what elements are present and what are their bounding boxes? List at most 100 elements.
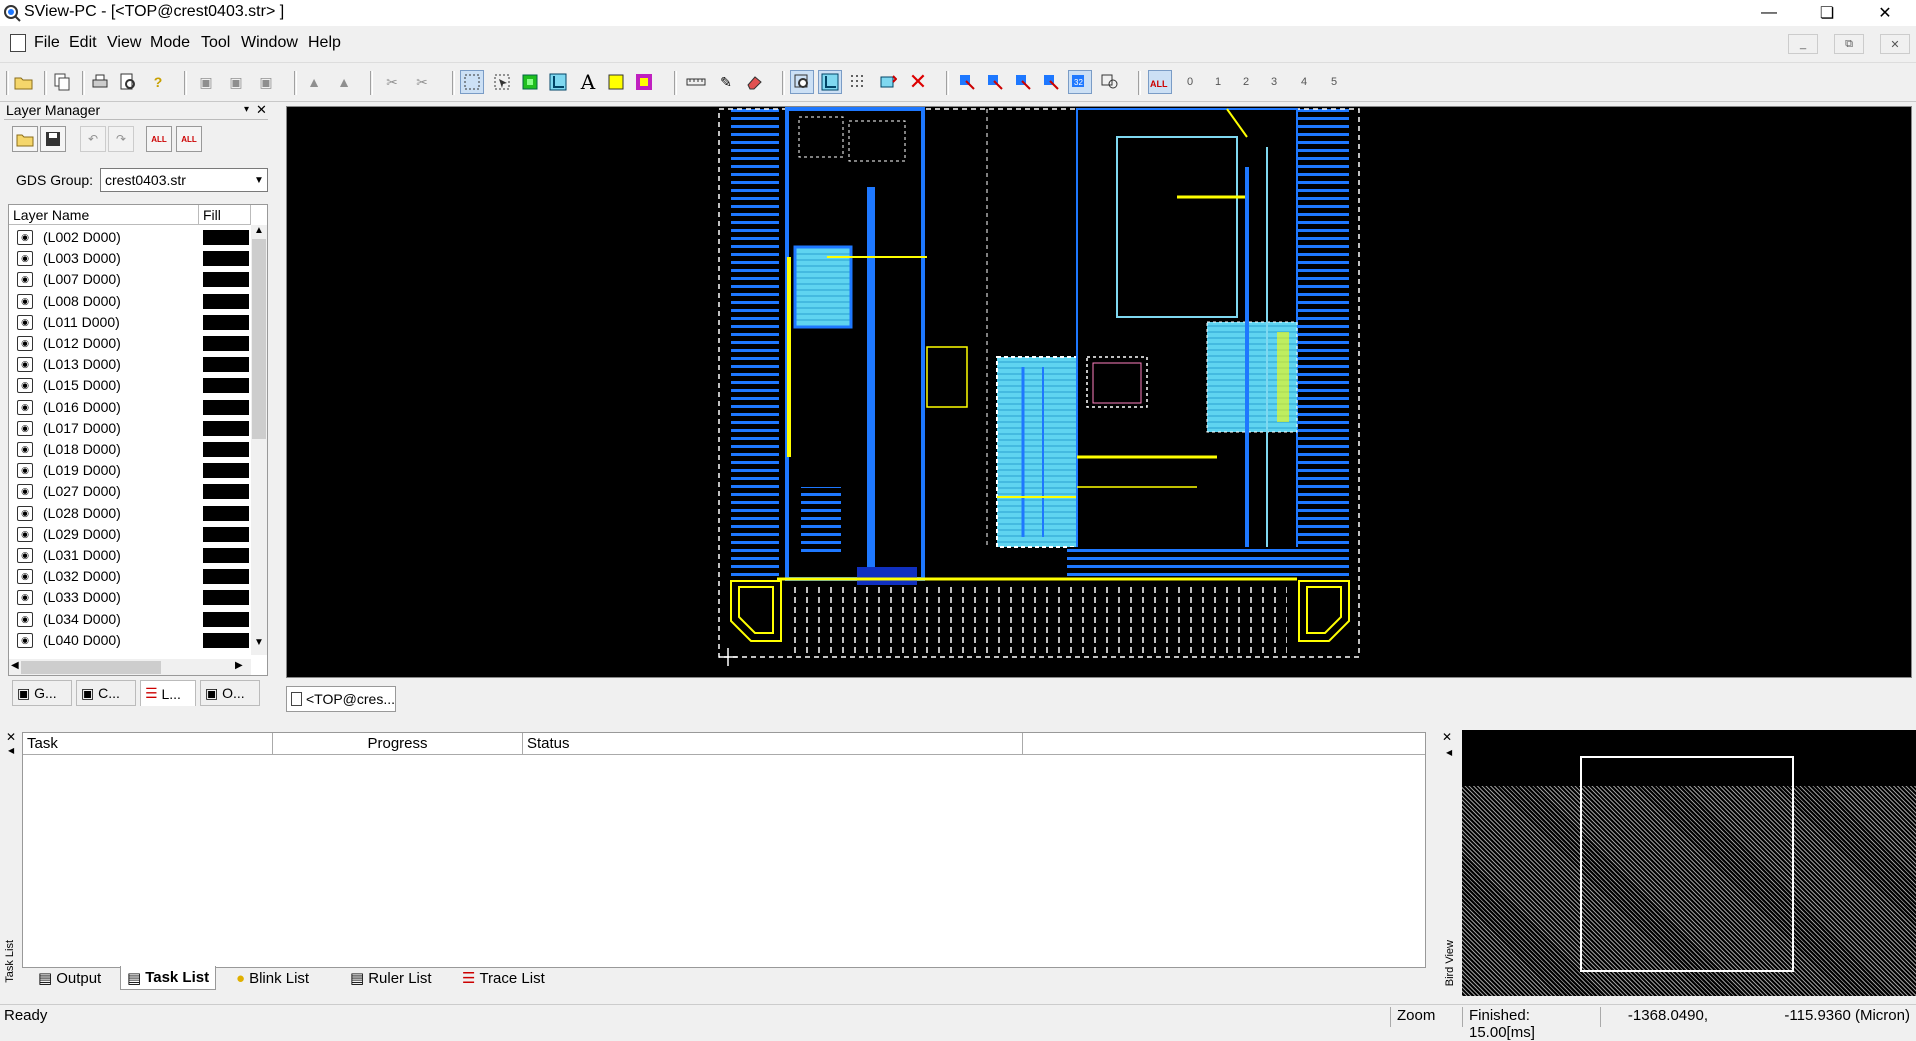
- print-preview-icon[interactable]: [116, 70, 140, 94]
- level-3-icon[interactable]: 3: [1262, 70, 1286, 94]
- scroll-up-icon[interactable]: ▲: [254, 225, 264, 236]
- path-tool-icon[interactable]: [546, 70, 570, 94]
- layer-row[interactable]: ◉ (L032 D000): [9, 566, 249, 587]
- layer-fill-swatch[interactable]: [203, 420, 249, 436]
- tab-blink-list[interactable]: ● Blink List: [230, 966, 315, 990]
- menu-file[interactable]: File: [34, 34, 60, 52]
- layer-fill-swatch[interactable]: [203, 611, 249, 627]
- layer-fill-swatch[interactable]: [203, 293, 249, 309]
- panel-tab-cell[interactable]: ▣ C...: [76, 680, 136, 706]
- cell-paste-icon[interactable]: ▣: [254, 70, 278, 94]
- select-box-icon[interactable]: [460, 70, 484, 94]
- layer-fill-swatch[interactable]: [203, 272, 249, 288]
- column-header-layer-name[interactable]: Layer Name: [9, 205, 199, 225]
- layer-row[interactable]: ◉ (L011 D000): [9, 312, 249, 333]
- layer-row[interactable]: ◉ (L016 D000): [9, 397, 249, 418]
- scroll-down-icon[interactable]: ▼: [254, 637, 264, 648]
- scroll-left-icon[interactable]: ◀: [11, 660, 19, 671]
- layer-fill-swatch[interactable]: [203, 569, 249, 585]
- panel-close-icon[interactable]: ✕: [256, 102, 267, 118]
- chevron-down-icon[interactable]: ▼: [251, 169, 267, 191]
- nav-next-icon[interactable]: [1012, 70, 1036, 94]
- layer-list-vscrollbar[interactable]: ▲ ▼: [251, 225, 267, 655]
- tab-task-list[interactable]: ▤ Task List: [120, 966, 217, 990]
- app-icon[interactable]: [3, 4, 21, 22]
- layer-fill-swatch[interactable]: [203, 357, 249, 373]
- cut2-icon[interactable]: ✂: [410, 70, 434, 94]
- layer-row[interactable]: ◉ (L003 D000): [9, 248, 249, 269]
- layer-row[interactable]: ◉ (L029 D000): [9, 524, 249, 545]
- layer-fill-swatch[interactable]: [203, 548, 249, 563]
- layer-fill-swatch[interactable]: [203, 590, 249, 606]
- nav-last-icon[interactable]: [1040, 70, 1064, 94]
- show-all-layers-icon[interactable]: ALL: [146, 126, 172, 152]
- eye-icon[interactable]: ◉: [17, 399, 33, 415]
- open-icon[interactable]: [12, 70, 36, 94]
- eye-icon[interactable]: ◉: [17, 378, 33, 394]
- layer-fill-swatch[interactable]: [203, 378, 249, 394]
- layer-row[interactable]: ◉ (L002 D000): [9, 227, 249, 248]
- hide-all-layers-icon[interactable]: ALL: [176, 126, 202, 152]
- pen-icon[interactable]: ✎: [714, 70, 738, 94]
- cell-copy-icon[interactable]: ▣: [224, 70, 248, 94]
- menu-view[interactable]: View: [107, 34, 141, 52]
- document-icon[interactable]: [10, 34, 26, 52]
- layer-list-vscroll-thumb[interactable]: [252, 239, 266, 439]
- panel-menu-icon[interactable]: ▾: [244, 104, 249, 115]
- layer-row[interactable]: ◉ (L027 D000): [9, 481, 249, 502]
- menu-mode[interactable]: Mode: [150, 34, 190, 52]
- layer-row[interactable]: ◉ (L012 D000): [9, 333, 249, 354]
- layout-canvas[interactable]: [286, 106, 1912, 678]
- undo-icon[interactable]: ↶: [80, 126, 106, 152]
- eye-icon[interactable]: ◉: [17, 526, 33, 542]
- level-5-icon[interactable]: 5: [1322, 70, 1346, 94]
- layer-row[interactable]: ◉ (L017 D000): [9, 418, 249, 439]
- refresh-icon[interactable]: [876, 70, 900, 94]
- eye-icon[interactable]: ◉: [17, 590, 33, 606]
- bird-view-close-icon[interactable]: ✕: [1442, 730, 1452, 744]
- delete-icon[interactable]: ✕: [906, 69, 930, 94]
- cell-icon[interactable]: ▣: [194, 70, 218, 94]
- eye-icon[interactable]: ◉: [17, 251, 33, 267]
- nav-first-icon[interactable]: [956, 70, 980, 94]
- zoom-area-icon[interactable]: [818, 70, 842, 94]
- layer-list-hscroll-thumb[interactable]: [21, 661, 161, 674]
- nav-prev-icon[interactable]: [984, 70, 1008, 94]
- eye-icon[interactable]: ◉: [17, 632, 33, 648]
- box-tool-icon[interactable]: [604, 70, 628, 94]
- bird-view-pin-icon[interactable]: ◀: [1446, 748, 1452, 757]
- tab-ruler-list[interactable]: ▤ Ruler List: [344, 966, 438, 990]
- eye-icon[interactable]: ◉: [17, 484, 33, 500]
- restore-button[interactable]: ❏: [1798, 0, 1856, 26]
- menu-edit[interactable]: Edit: [69, 34, 97, 52]
- layer-row[interactable]: ◉ (L013 D000): [9, 354, 249, 375]
- mdi-minimize-button[interactable]: _: [1788, 34, 1818, 54]
- layer-list-hscrollbar[interactable]: ◀ ▶: [9, 659, 251, 675]
- bucket-icon[interactable]: ▲: [302, 70, 326, 94]
- eye-icon[interactable]: ◉: [17, 420, 33, 436]
- layer-row[interactable]: ◉ (L008 D000): [9, 291, 249, 312]
- mdi-restore-button[interactable]: ⧉: [1834, 34, 1864, 54]
- mdi-close-button[interactable]: ✕: [1880, 34, 1910, 54]
- layer-fill-swatch[interactable]: [203, 251, 249, 267]
- tab-trace-list[interactable]: ☰ Trace List: [456, 966, 551, 990]
- menu-help[interactable]: Help: [308, 34, 341, 52]
- eye-icon[interactable]: ◉: [17, 357, 33, 373]
- eye-icon[interactable]: ◉: [17, 463, 33, 479]
- layer-row[interactable]: ◉ (L033 D000): [9, 587, 249, 608]
- eye-icon[interactable]: ◉: [17, 293, 33, 309]
- eye-icon[interactable]: ◉: [17, 314, 33, 330]
- level-0-icon[interactable]: 0: [1178, 70, 1202, 94]
- layer-fill-swatch[interactable]: [203, 484, 249, 500]
- layer-fill-swatch[interactable]: [203, 505, 249, 521]
- eye-icon[interactable]: ◉: [17, 569, 33, 585]
- tab-output[interactable]: ▤ Output: [32, 966, 107, 990]
- save-layer-icon[interactable]: [40, 126, 66, 152]
- eye-icon[interactable]: ◉: [17, 230, 33, 245]
- layer-fill-swatch[interactable]: [203, 314, 249, 330]
- eye-icon[interactable]: ◉: [17, 505, 33, 521]
- task-panel-pin-icon[interactable]: ◀: [8, 746, 14, 755]
- layer-row[interactable]: ◉ (L040 D000): [9, 630, 249, 651]
- task-panel-close-icon[interactable]: ✕: [6, 730, 16, 744]
- ruler-icon[interactable]: [684, 70, 708, 94]
